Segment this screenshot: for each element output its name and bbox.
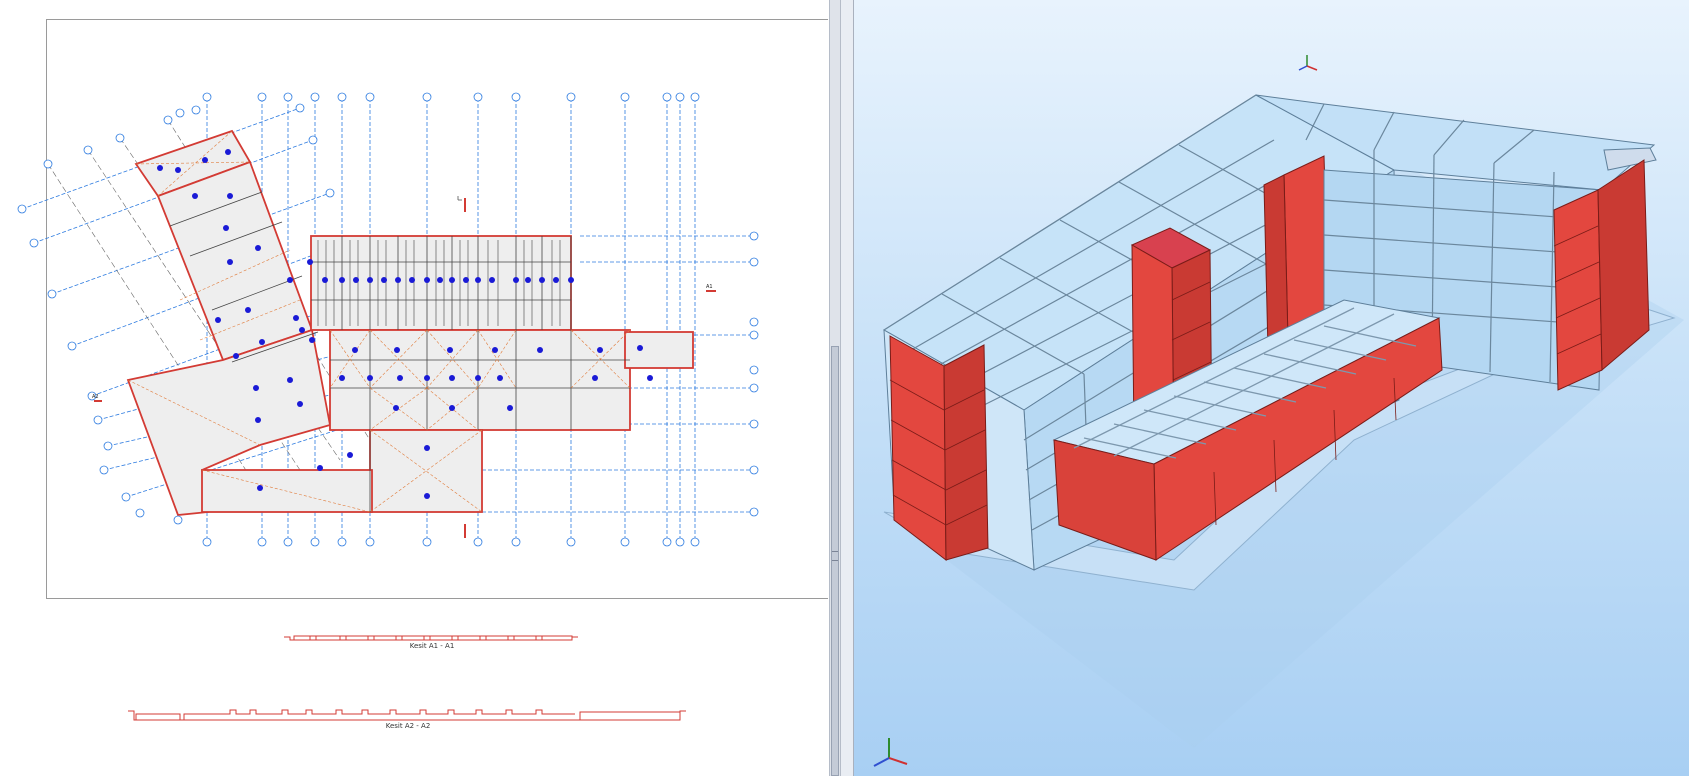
plan-vertical-scrollbar[interactable]	[829, 0, 841, 776]
model-3d-view-pane[interactable]	[854, 0, 1689, 776]
section-a1-label: Kesit A1 - A1	[410, 642, 455, 650]
section-marker-a1: A1	[706, 284, 713, 290]
scrollbar-thumb[interactable]	[831, 346, 839, 776]
plan-view-pane[interactable]: A1 A2 Kesit A1 - A1 Kesit A2 - A2	[0, 0, 828, 776]
model-bottom-xyz-axis-icon	[873, 738, 908, 767]
view-splitter[interactable]	[841, 0, 854, 776]
floor-plan-drawing[interactable]: A1 A2 Kesit A1 - A1 Kesit A2 - A2	[0, 0, 828, 776]
section-a2-label: Kesit A2 - A2	[386, 722, 431, 730]
model-west-end-walls	[889, 335, 989, 562]
model-top-xyz-axis-icon	[1298, 55, 1318, 71]
plan-building-outline	[126, 129, 694, 516]
section-a2-profile	[128, 709, 686, 721]
section-a1-profile	[284, 635, 578, 641]
section-marker-a2: A2	[92, 394, 99, 400]
plan-axis-triad-icon	[457, 196, 462, 201]
scrollbar-grip-icon	[832, 551, 838, 561]
building-3d-model[interactable]	[854, 0, 1689, 776]
